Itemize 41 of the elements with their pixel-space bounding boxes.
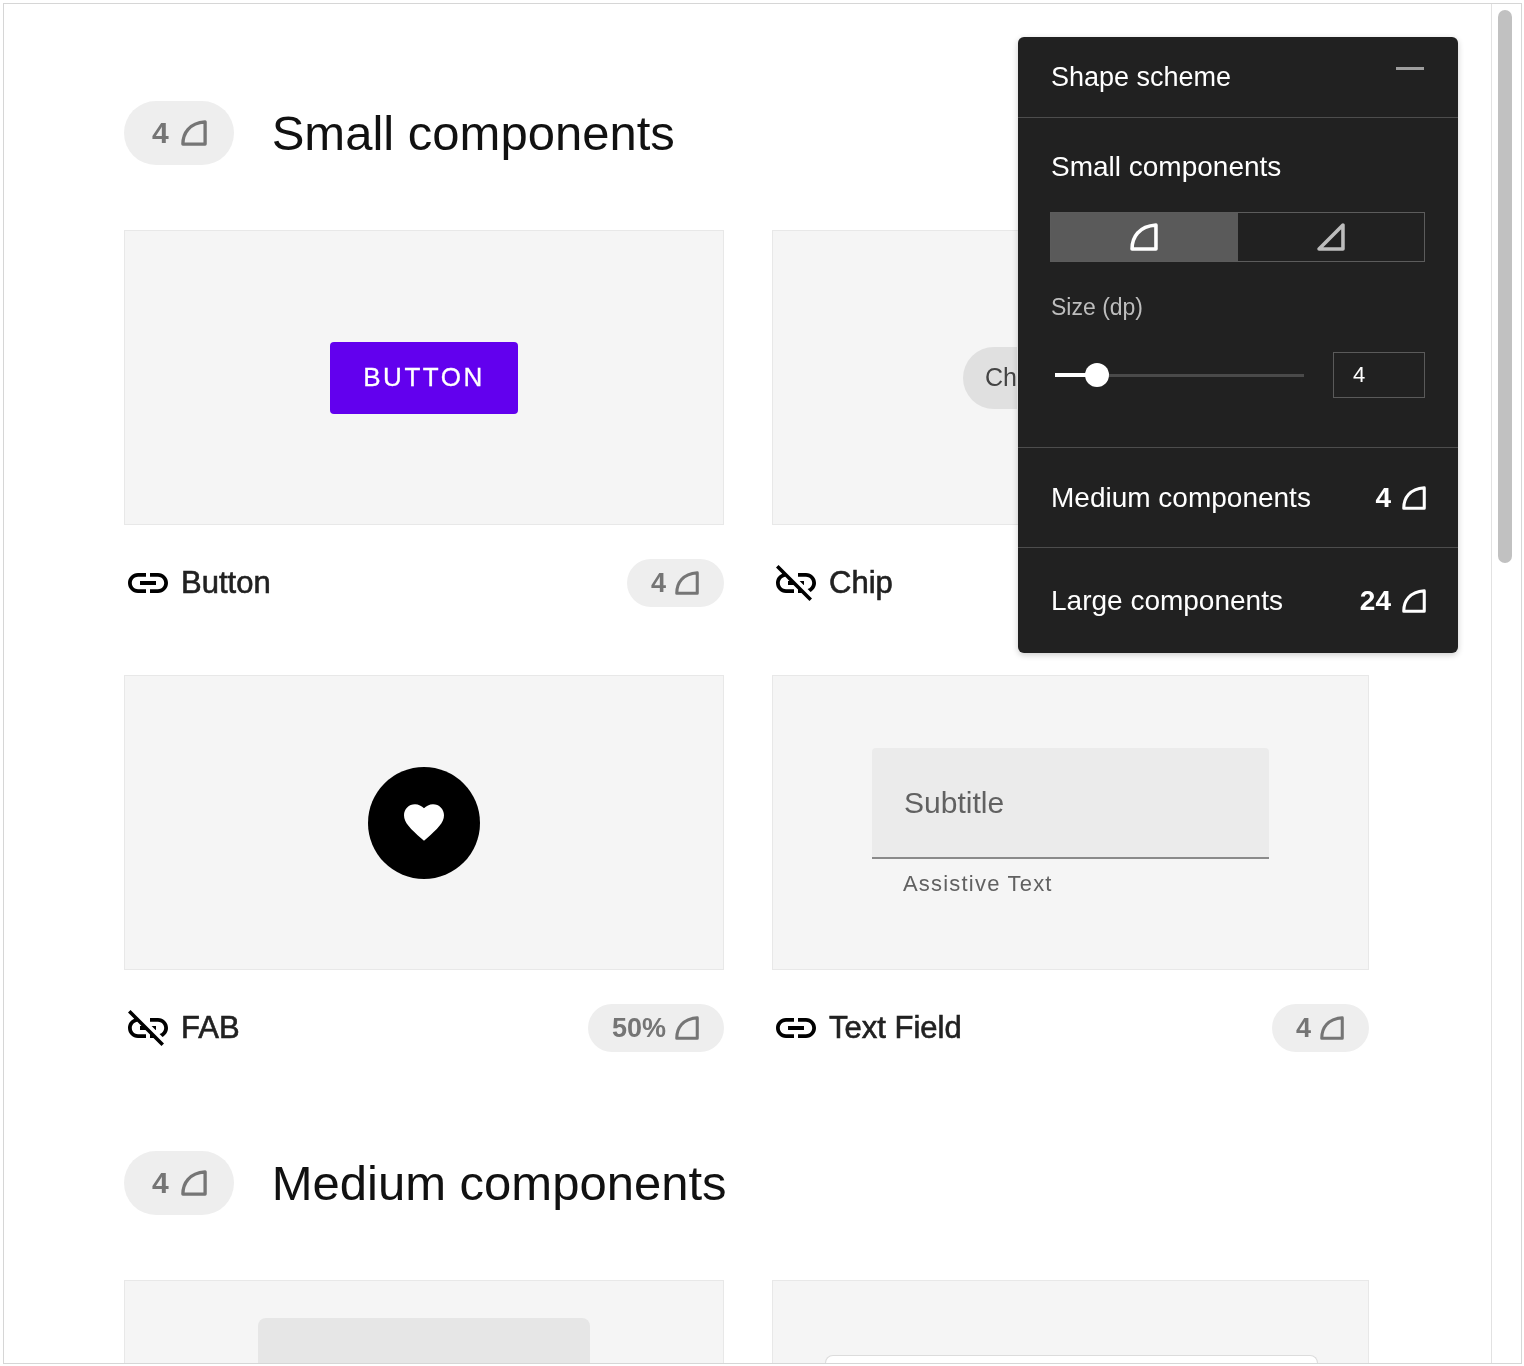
rounded-corner-icon (1402, 485, 1426, 510)
section-title: Medium components (271, 1155, 727, 1211)
minimize-icon (1396, 67, 1424, 70)
rounded-corner-icon (1320, 1016, 1344, 1040)
heart-icon (404, 804, 444, 841)
corner-size-value: 24 (1359, 584, 1391, 617)
link-icon[interactable] (776, 1018, 816, 1038)
sample-text-field[interactable]: Subtitle (872, 748, 1269, 859)
section-title: Small components (271, 105, 675, 161)
size-input[interactable]: 4 (1333, 352, 1425, 398)
panel-section-title[interactable]: Medium components (1051, 481, 1376, 514)
panel-title: Shape scheme (1051, 61, 1232, 94)
rounded-corner-icon (1130, 223, 1159, 251)
rounded-corner-icon (675, 1016, 699, 1040)
rounded-corner-icon (180, 120, 207, 146)
panel-section-title[interactable]: Small components (1051, 150, 1282, 184)
corner-size-value: 4 (152, 1166, 169, 1200)
panel-section-title[interactable]: Large components (1051, 584, 1360, 617)
rounded-corner-icon (675, 571, 699, 595)
corner-size-value: 4 (1375, 481, 1391, 514)
component-name: FAB (181, 1010, 240, 1046)
corner-size-value: 4 (1295, 1012, 1311, 1044)
scrollbar-thumb[interactable] (1498, 10, 1512, 563)
link-off-icon[interactable] (128, 1010, 168, 1046)
link-icon[interactable] (128, 573, 168, 593)
corner-size-value: 4 (650, 567, 666, 599)
component-name: Chip (829, 565, 893, 601)
helper-text: Assistive Text (903, 871, 1053, 897)
rounded-corner-icon (1402, 588, 1426, 613)
corner-style-option[interactable] (1051, 213, 1238, 261)
link-off-icon[interactable] (776, 565, 816, 601)
cut-corner-icon (1316, 223, 1345, 251)
component-name: Text Field (829, 1010, 962, 1046)
size-label: Size (dp) (1051, 293, 1144, 322)
sample-button[interactable]: BUTTON (330, 341, 518, 414)
rounded-corner-icon (180, 1170, 207, 1196)
corner-size-value: 4 (152, 116, 169, 150)
slider-thumb[interactable] (1085, 363, 1110, 387)
component-name: Button (181, 565, 271, 601)
sample-chip[interactable]: Ch (963, 346, 1017, 409)
corner-size-value: 50% (611, 1012, 666, 1044)
